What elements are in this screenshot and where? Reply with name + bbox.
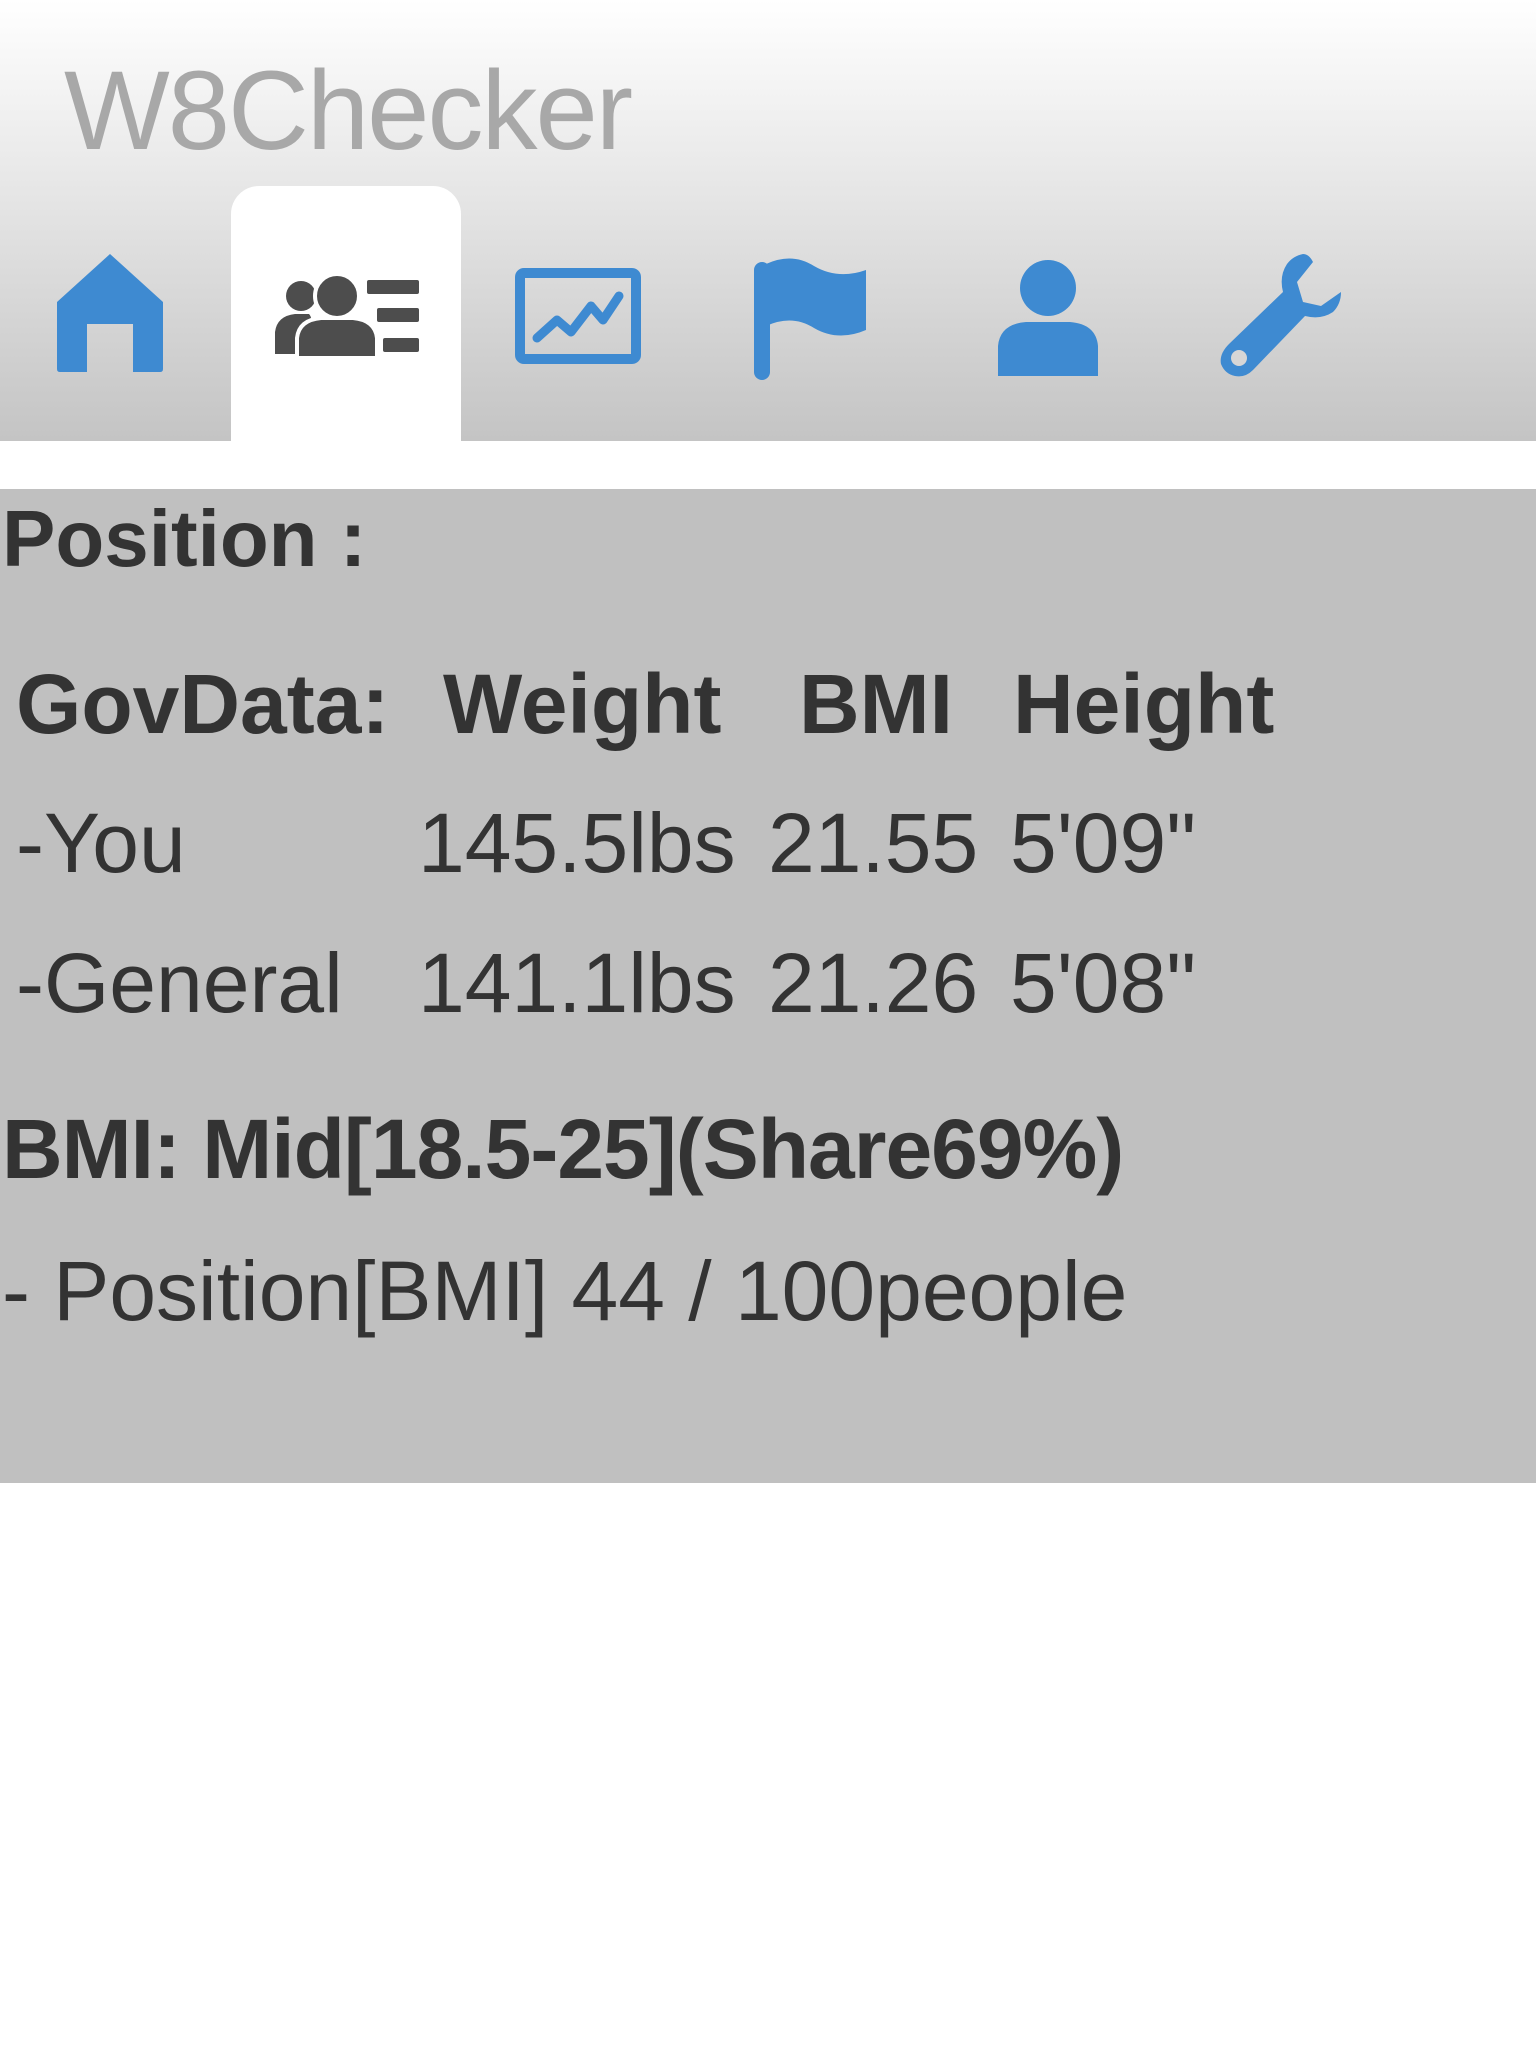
height-value: 5'08" <box>1010 936 1197 1030</box>
people-list-icon <box>275 274 419 358</box>
bmi-header: BMI <box>799 657 953 751</box>
position-panel: Position : GovData: Weight BMI Height -Y… <box>0 489 1536 1483</box>
height-value: 5'09" <box>1010 796 1197 890</box>
app-header: W8Checker <box>0 0 1536 441</box>
line-chart-icon <box>515 268 641 364</box>
weight-header: Weight <box>443 657 722 751</box>
tab-profile[interactable] <box>968 186 1128 441</box>
tab-people-list[interactable] <box>231 186 461 441</box>
section-title: Position : <box>2 494 367 583</box>
weight-value: 141.1lbs <box>418 936 736 1030</box>
person-icon <box>998 260 1098 376</box>
bmi-position-text: - Position[BMI] 44 / 100people <box>2 1244 1128 1338</box>
row-label: -You <box>16 796 186 890</box>
bmi-value: 21.55 <box>768 796 979 890</box>
home-icon <box>57 254 163 372</box>
tab-flag[interactable] <box>740 186 880 441</box>
tab-chart[interactable] <box>498 186 658 441</box>
wrench-icon <box>1220 254 1341 377</box>
bmi-summary: BMI: Mid[18.5-25](Share69%) <box>2 1102 1124 1196</box>
height-header: Height <box>1013 657 1275 751</box>
tab-home[interactable] <box>30 186 190 441</box>
app-title: W8Checker <box>64 48 633 173</box>
flag-icon <box>754 258 866 380</box>
gov-data-label: GovData: <box>16 657 390 751</box>
row-label: -General <box>16 936 343 1030</box>
tab-settings[interactable] <box>1200 186 1360 441</box>
bmi-value: 21.26 <box>768 936 979 1030</box>
weight-value: 145.5lbs <box>418 796 736 890</box>
